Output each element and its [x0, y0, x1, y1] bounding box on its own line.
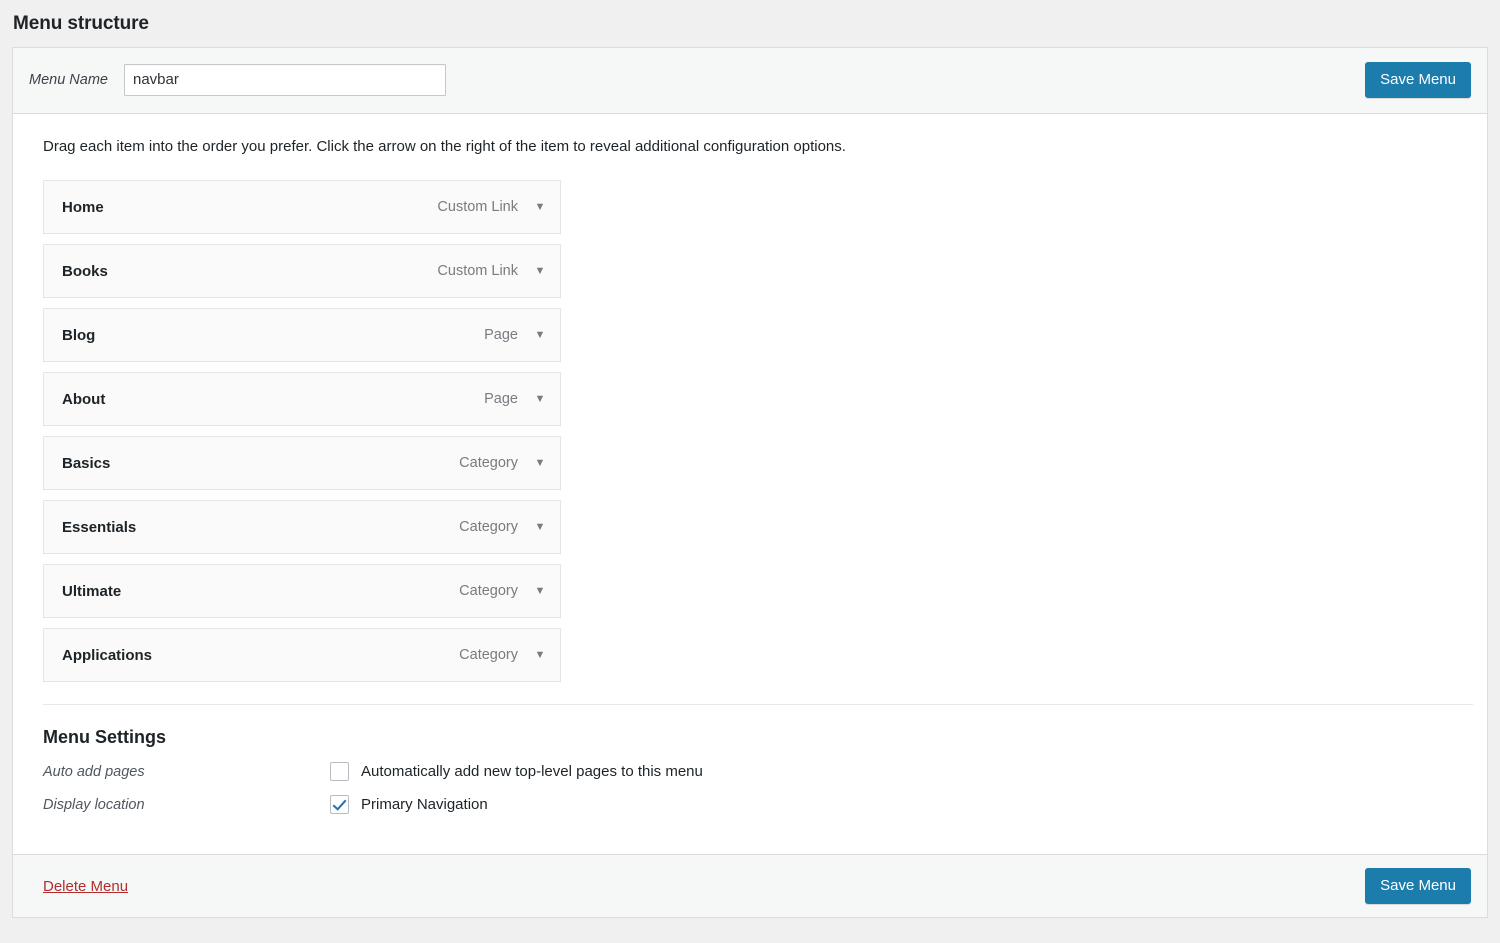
menu-item-type: Category: [459, 519, 518, 536]
menu-item-title: Applications: [62, 646, 153, 664]
primary-navigation-option-text[interactable]: Primary Navigation: [361, 796, 488, 813]
menu-item-row[interactable]: Ultimate Category ▼: [43, 564, 561, 619]
menu-item-title: Blog: [62, 326, 96, 344]
save-menu-button-top[interactable]: Save Menu: [1365, 61, 1471, 98]
menu-item-title: About: [62, 390, 106, 408]
auto-add-pages-option-text[interactable]: Automatically add new top-level pages to…: [361, 763, 703, 780]
display-location-control: Primary Navigation: [330, 795, 488, 815]
menu-item-row[interactable]: Essentials Category ▼: [43, 500, 561, 555]
auto-add-pages-control: Automatically add new top-level pages to…: [330, 762, 703, 782]
panel-header: Menu Name Save Menu: [13, 47, 1487, 114]
menu-name-input[interactable]: [123, 63, 446, 96]
menu-item-right: Category ▼: [459, 455, 546, 471]
chevron-down-icon[interactable]: ▼: [534, 393, 546, 405]
menu-item-title: Books: [62, 262, 108, 280]
menu-item-row[interactable]: Applications Category ▼: [43, 628, 561, 683]
menu-item-right: Category ▼: [459, 647, 546, 663]
menu-item-title: Essentials: [62, 518, 137, 536]
menu-item-row[interactable]: Blog Page ▼: [43, 308, 561, 363]
chevron-down-icon[interactable]: ▼: [534, 585, 546, 597]
menu-items-list: Home Custom Link ▼ Books Custom Link ▼ B…: [43, 180, 561, 683]
menu-settings-title: Menu Settings: [43, 727, 167, 748]
page-title: Menu structure: [13, 13, 149, 34]
menu-item-type: Custom Link: [437, 263, 518, 280]
menu-item-title: Basics: [62, 454, 111, 472]
menu-name-group: Menu Name: [29, 63, 446, 96]
menu-item-type: Page: [484, 327, 518, 344]
setting-row-auto-add-pages: Auto add pages Automatically add new top…: [43, 762, 1471, 782]
chevron-down-icon[interactable]: ▼: [534, 201, 546, 213]
drag-hint-text: Drag each item into the order you prefer…: [43, 137, 846, 155]
menu-item-row[interactable]: Basics Category ▼: [43, 436, 561, 491]
primary-navigation-checkbox[interactable]: [330, 795, 349, 815]
menu-name-label: Menu Name: [29, 71, 108, 88]
menu-item-type: Category: [459, 647, 518, 664]
menu-item-title: Ultimate: [62, 582, 122, 600]
setting-row-display-location: Display location Primary Navigation: [43, 795, 1471, 815]
menu-settings-section: Menu Settings Auto add pages Automatical…: [29, 727, 1471, 854]
chevron-down-icon[interactable]: ▼: [534, 649, 546, 661]
menu-item-right: Category ▼: [459, 519, 546, 535]
menu-item-title: Home: [62, 198, 104, 216]
panel-body: Drag each item into the order you prefer…: [13, 113, 1487, 855]
menu-item-type: Category: [459, 583, 518, 600]
chevron-down-icon[interactable]: ▼: [534, 329, 546, 341]
display-location-label: Display location: [43, 796, 145, 813]
auto-add-pages-checkbox[interactable]: [330, 762, 349, 782]
menu-item-row[interactable]: Home Custom Link ▼: [43, 180, 561, 235]
menu-item-right: Page ▼: [484, 327, 546, 343]
menu-item-right: Custom Link ▼: [437, 263, 546, 279]
menu-editor-panel: Menu Name Save Menu Drag each item into …: [12, 46, 1488, 919]
save-menu-button-bottom[interactable]: Save Menu: [1365, 868, 1471, 905]
menu-item-row[interactable]: About Page ▼: [43, 372, 561, 427]
chevron-down-icon[interactable]: ▼: [534, 265, 546, 277]
panel-footer: Delete Menu Save Menu: [13, 854, 1487, 918]
delete-menu-link[interactable]: Delete Menu: [29, 878, 128, 895]
menu-item-type: Category: [459, 455, 518, 472]
menu-item-right: Custom Link ▼: [437, 199, 546, 215]
chevron-down-icon[interactable]: ▼: [534, 521, 546, 533]
menu-item-type: Custom Link: [437, 199, 518, 216]
menu-item-type: Page: [484, 391, 518, 408]
settings-divider: [43, 704, 1473, 706]
auto-add-pages-label: Auto add pages: [43, 763, 145, 780]
menu-item-right: Category ▼: [459, 583, 546, 599]
menu-item-right: Page ▼: [484, 391, 546, 407]
chevron-down-icon[interactable]: ▼: [534, 457, 546, 469]
menu-item-row[interactable]: Books Custom Link ▼: [43, 244, 561, 299]
